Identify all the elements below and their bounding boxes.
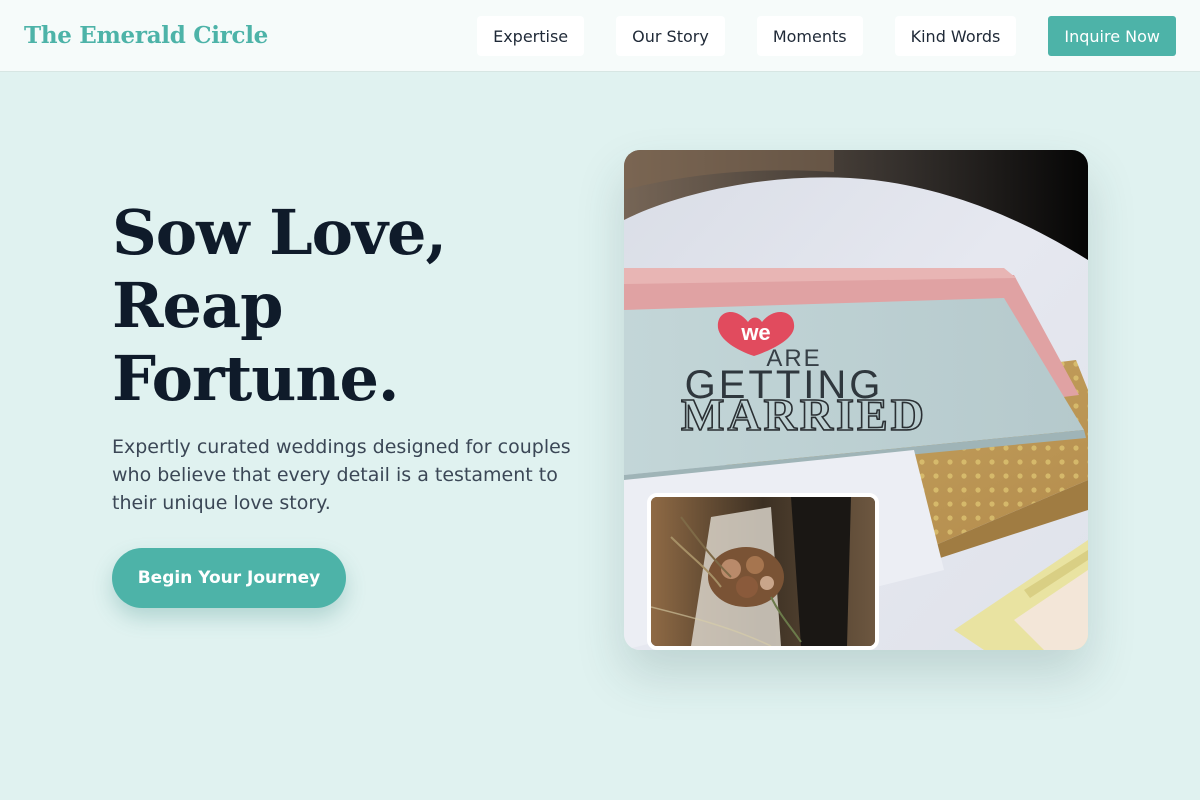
card-heart-text: we <box>740 320 770 345</box>
hero-title-line-3: Fortune. <box>112 342 399 415</box>
hero-subtitle: Expertly curated weddings designed for c… <box>112 436 571 514</box>
begin-journey-button[interactable]: Begin Your Journey <box>112 548 346 608</box>
inquire-now-button[interactable]: Inquire Now <box>1048 16 1176 56</box>
brand-logo[interactable]: The Emerald Circle <box>24 22 268 49</box>
site-header: The Emerald Circle Expertise Our Story M… <box>0 0 1200 72</box>
card-line-married: MARRIED <box>681 389 927 440</box>
hero-title: Sow Love, Reap Fortune. <box>112 196 552 415</box>
nav-our-story[interactable]: Our Story <box>616 16 725 56</box>
nav-expertise[interactable]: Expertise <box>477 16 585 56</box>
main-nav: Expertise Our Story Moments Kind Words I… <box>477 16 1176 56</box>
couple-bouquet-photo <box>647 493 879 650</box>
nav-kind-words[interactable]: Kind Words <box>894 16 1017 56</box>
nav-moments[interactable]: Moments <box>756 16 863 56</box>
hero-title-line-2: Reap <box>112 269 284 342</box>
hero-title-line-1: Sow Love, <box>112 196 447 269</box>
